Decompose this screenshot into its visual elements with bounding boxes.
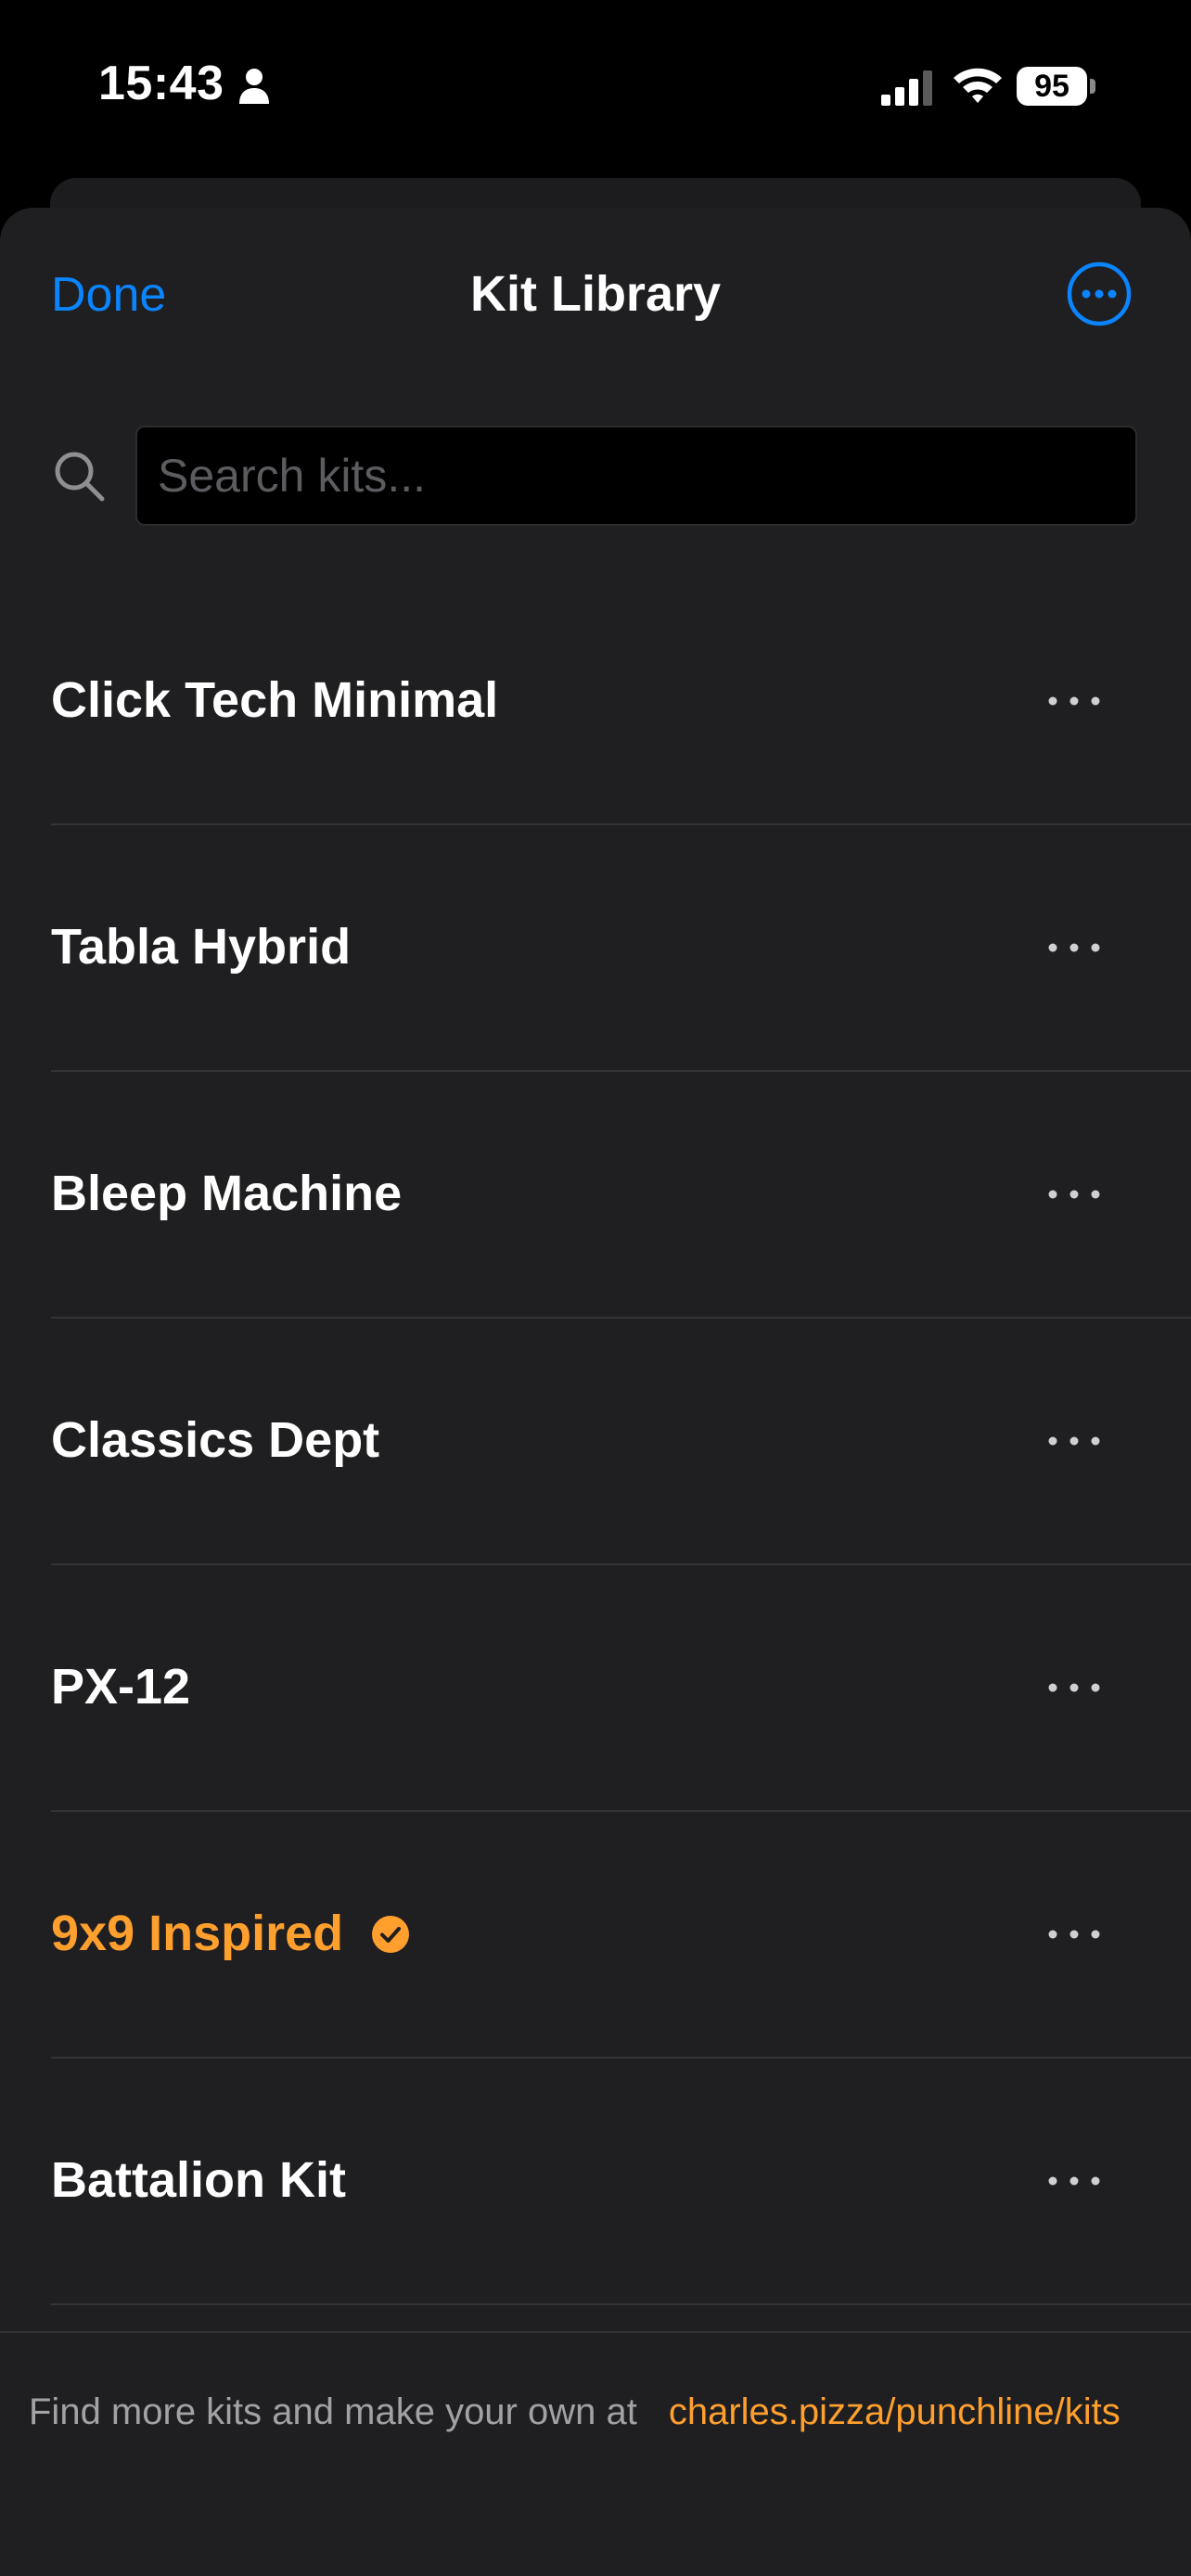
kit-row[interactable]: 9x9 Inspired <box>0 1812 1191 2059</box>
kit-row[interactable]: Click Tech Minimal <box>0 579 1191 825</box>
search-icon <box>55 452 105 502</box>
ellipsis-icon[interactable] <box>1037 1916 1111 1953</box>
kit-label: Battalion Kit <box>51 2151 346 2209</box>
status-bar: 15:43 95 <box>0 0 1191 176</box>
wifi-icon <box>954 68 1002 103</box>
ellipsis-circle-icon[interactable] <box>1067 261 1132 326</box>
footer-text: Find more kits and make your own at <box>29 2391 637 2432</box>
ellipsis-icon[interactable] <box>1037 1422 1111 1460</box>
checkmark-badge-icon <box>372 1916 410 1953</box>
row-divider <box>51 2303 1191 2305</box>
kit-label: Bleep Machine <box>51 1165 402 1222</box>
kit-name: Bleep Machine <box>51 1166 403 1221</box>
kit-label: Classics Dept <box>51 1411 379 1469</box>
kit-name: Tabla Hybrid <box>51 919 352 975</box>
battery-tip <box>1090 79 1095 94</box>
kit-label: Tabla Hybrid <box>51 918 351 976</box>
kits-website-link[interactable]: charles.pizza/punchline/kits <box>669 2391 1121 2432</box>
footer-divider <box>0 2331 1191 2333</box>
kit-row[interactable]: Classics Dept <box>0 1319 1191 1565</box>
ellipsis-icon[interactable] <box>1037 1669 1111 1706</box>
battery-indicator: 95 <box>1017 67 1087 106</box>
kit-row[interactable]: PX-12 <box>0 1565 1191 1812</box>
kit-label: Click Tech Minimal <box>51 671 498 729</box>
kit-name: 9x9 Inspired <box>51 1906 344 1961</box>
ellipsis-icon[interactable] <box>1037 1176 1111 1213</box>
kit-label: PX-12 <box>51 1658 190 1715</box>
kit-library-sheet: Done Kit Library Click Tech MinimalTabla… <box>0 208 1191 2576</box>
kit-list: Click Tech Minimal Tabla Hybrid Bleep Mach… <box>0 579 1191 2305</box>
status-time: 15:43 <box>98 57 224 110</box>
person-icon <box>239 69 269 104</box>
footer: Find more kits and make your own at charl… <box>29 2391 1121 2433</box>
cellular-signal-icon <box>881 70 932 106</box>
kit-name: PX-12 <box>51 1659 191 1715</box>
kit-row[interactable]: Tabla Hybrid <box>0 825 1191 1072</box>
kit-row[interactable]: Bleep Machine <box>0 1072 1191 1319</box>
kit-name: Battalion Kit <box>51 2152 346 2208</box>
kit-name: Classics Dept <box>51 1412 380 1468</box>
search-input[interactable] <box>135 426 1137 526</box>
ellipsis-icon[interactable] <box>1037 682 1111 720</box>
ellipsis-icon[interactable] <box>1037 929 1111 966</box>
ellipsis-icon[interactable] <box>1037 2162 1111 2200</box>
kit-row[interactable]: Battalion Kit <box>0 2059 1191 2305</box>
page-title: Kit Library <box>469 266 722 322</box>
kit-label: 9x9 Inspired <box>51 1905 410 1962</box>
kit-name: Click Tech Minimal <box>51 672 499 728</box>
